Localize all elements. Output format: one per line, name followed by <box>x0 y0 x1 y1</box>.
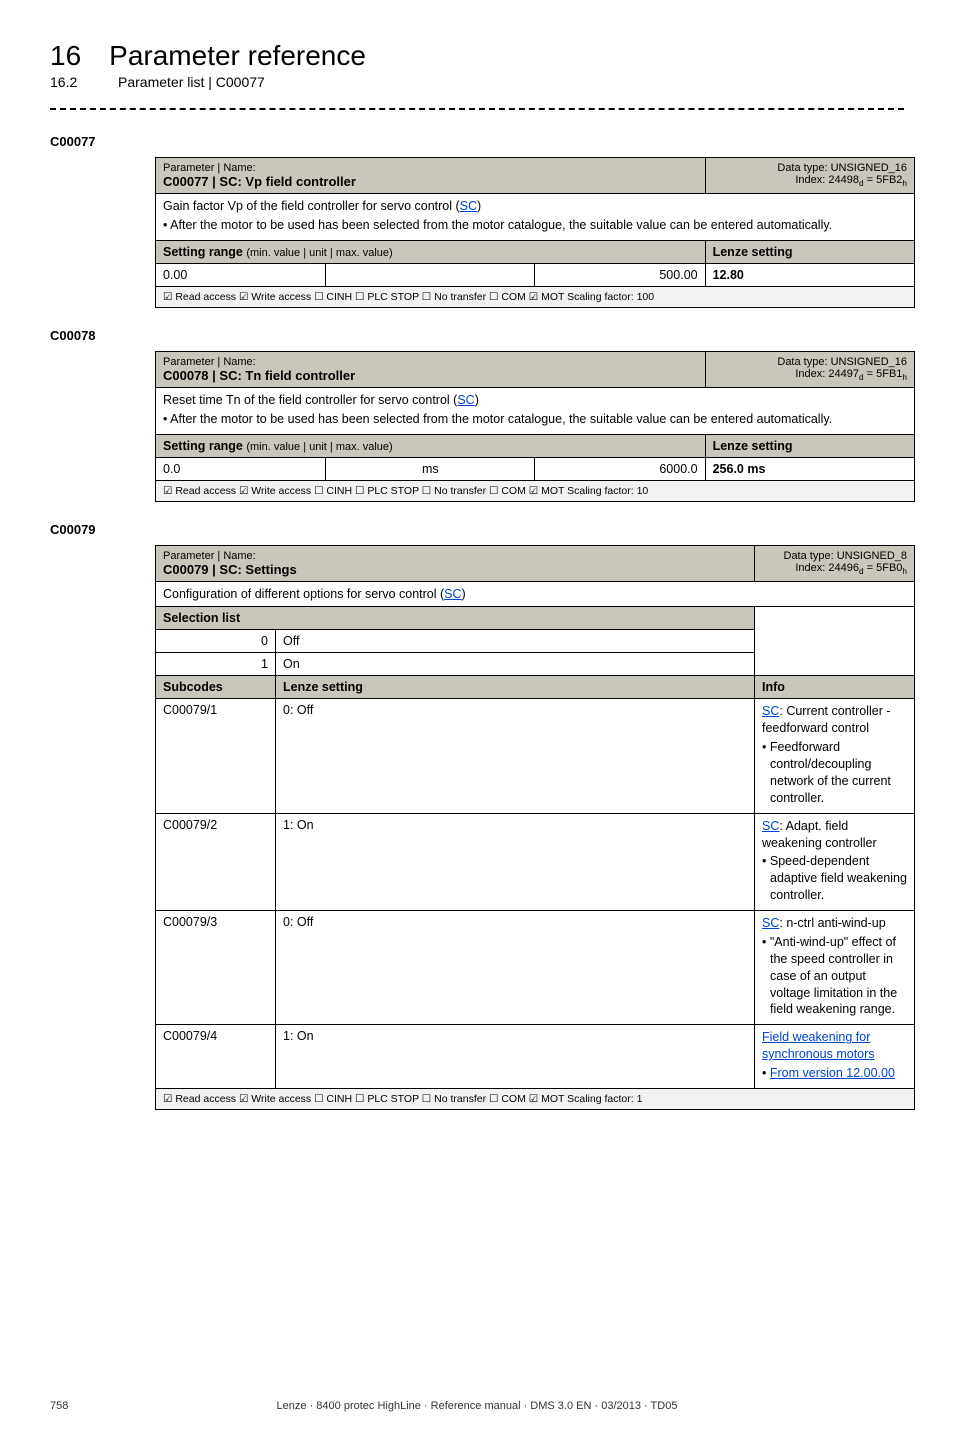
link-sc[interactable]: SC <box>762 819 779 833</box>
subcode-lenze: 0: Off <box>276 699 755 813</box>
param-table-c00079: Parameter | Name: C00079 | SC: Settings … <box>155 545 915 1110</box>
param-flags: ☑ Read access ☑ Write access ☐ CINH ☐ PL… <box>156 480 915 501</box>
param-index-sub2: h <box>902 179 907 188</box>
range-unit <box>326 263 535 286</box>
link-version[interactable]: From version 12.00.00 <box>770 1066 895 1080</box>
param-desc-bullet: After the motor to be used has been sele… <box>171 411 907 428</box>
lenze-header: Lenze setting <box>276 676 755 699</box>
sel-idx-1: 1 <box>156 653 276 676</box>
param-desc-post: ) <box>462 587 466 601</box>
subcode: C00079/1 <box>156 699 276 813</box>
param-name-label: Parameter | Name: <box>163 550 747 562</box>
param-index-mid: = 5FB0 <box>864 562 903 574</box>
param-name-main: C00079 | SC: Settings <box>163 562 297 577</box>
param-index-pre: Index: 24496 <box>795 562 859 574</box>
page-content: 16 Parameter reference 16.2 Parameter li… <box>0 0 954 1442</box>
param-desc-post: ) <box>475 393 479 407</box>
section-title: Parameter list | C00077 <box>118 74 265 90</box>
range-header: Setting range (min. value | unit | max. … <box>163 245 393 259</box>
subcode-lenze: 1: On <box>276 813 755 910</box>
info-text: : n-ctrl anti-wind-up <box>779 916 885 930</box>
range-max: 500.00 <box>535 263 705 286</box>
param-name-label: Parameter | Name: <box>163 356 698 368</box>
sel-val-0: Off <box>276 630 755 653</box>
param-table-c00078: Parameter | Name: C00078 | SC: Tn field … <box>155 351 915 502</box>
range-header: Setting range (min. value | unit | max. … <box>163 439 393 453</box>
param-desc-pre: Gain factor Vp of the field controller f… <box>163 199 460 213</box>
param-id-c00078: C00078 <box>50 328 904 343</box>
param-index-mid: = 5FB2 <box>864 174 903 186</box>
subcode: C00079/4 <box>156 1025 276 1089</box>
range-min: 0.00 <box>156 263 326 286</box>
footer-text: Lenze · 8400 protec HighLine · Reference… <box>50 1400 904 1412</box>
sel-val-1: On <box>276 653 755 676</box>
param-index-pre: Index: 24497 <box>795 368 859 380</box>
info-header: Info <box>755 676 915 699</box>
param-desc-bullet: After the motor to be used has been sele… <box>171 217 907 234</box>
param-dtype: Data type: UNSIGNED_8 <box>784 550 908 562</box>
param-flags: ☑ Read access ☑ Write access ☐ CINH ☐ PL… <box>156 1088 915 1109</box>
param-desc-post: ) <box>477 199 481 213</box>
range-max: 6000.0 <box>535 457 705 480</box>
info-bullet: "Anti-wind-up" effect of the speed contr… <box>770 934 907 1018</box>
info-bullet: Speed-dependent adaptive field weakening… <box>770 853 907 904</box>
info-bullet: Feedforward control/decoupling network o… <box>770 739 907 807</box>
lenze-value: 12.80 <box>705 263 914 286</box>
range-min: 0.0 <box>156 457 326 480</box>
subcode-lenze: 0: Off <box>276 911 755 1025</box>
param-name-label: Parameter | Name: <box>163 162 698 174</box>
subcode: C00079/3 <box>156 911 276 1025</box>
param-index-pre: Index: 24498 <box>795 174 859 186</box>
link-sc[interactable]: SC <box>444 587 461 601</box>
param-dtype: Data type: UNSIGNED_16 <box>777 162 907 174</box>
link-sc[interactable]: SC <box>762 704 779 718</box>
info-text: : Current controller - feedforward contr… <box>762 704 891 735</box>
param-desc-pre: Reset time Tn of the field controller fo… <box>163 393 457 407</box>
param-table-c00077: Parameter | Name: C00077 | SC: Vp field … <box>155 157 915 308</box>
section-number: 16.2 <box>50 74 90 90</box>
subcodes-header: Subcodes <box>156 676 276 699</box>
page-footer: 758 Lenze · 8400 protec HighLine · Refer… <box>50 1400 904 1412</box>
info-text: : Adapt. field weakening controller <box>762 819 877 850</box>
lenze-value: 256.0 ms <box>705 457 914 480</box>
range-unit: ms <box>326 457 535 480</box>
chapter-title: Parameter reference <box>109 40 366 72</box>
subcode: C00079/2 <box>156 813 276 910</box>
page-header: 16 Parameter reference <box>50 40 904 72</box>
param-desc-pre: Configuration of different options for s… <box>163 587 444 601</box>
chapter-number: 16 <box>50 40 81 72</box>
selection-list-header: Selection list <box>156 607 755 630</box>
param-name-main: C00078 | SC: Tn field controller <box>163 368 355 383</box>
subcode-lenze: 1: On <box>276 1025 755 1089</box>
param-id-c00079: C00079 <box>50 522 904 537</box>
link-sc[interactable]: SC <box>460 199 477 213</box>
param-name-main: C00077 | SC: Vp field controller <box>163 174 356 189</box>
page-subheader: 16.2 Parameter list | C00077 <box>50 74 904 90</box>
param-flags: ☑ Read access ☑ Write access ☐ CINH ☐ PL… <box>156 286 915 307</box>
param-index-sub2: h <box>902 373 907 382</box>
lenze-header: Lenze setting <box>705 434 914 457</box>
link-field-weakening[interactable]: Field weakening for synchronous motors <box>762 1030 875 1061</box>
param-index-mid: = 5FB1 <box>864 368 903 380</box>
link-sc[interactable]: SC <box>457 393 474 407</box>
param-index-sub2: h <box>902 567 907 576</box>
sel-idx-0: 0 <box>156 630 276 653</box>
param-id-c00077: C00077 <box>50 134 904 149</box>
divider <box>50 108 904 110</box>
page-number: 758 <box>50 1400 68 1412</box>
link-sc[interactable]: SC <box>762 916 779 930</box>
lenze-header: Lenze setting <box>705 240 914 263</box>
param-dtype: Data type: UNSIGNED_16 <box>777 356 907 368</box>
